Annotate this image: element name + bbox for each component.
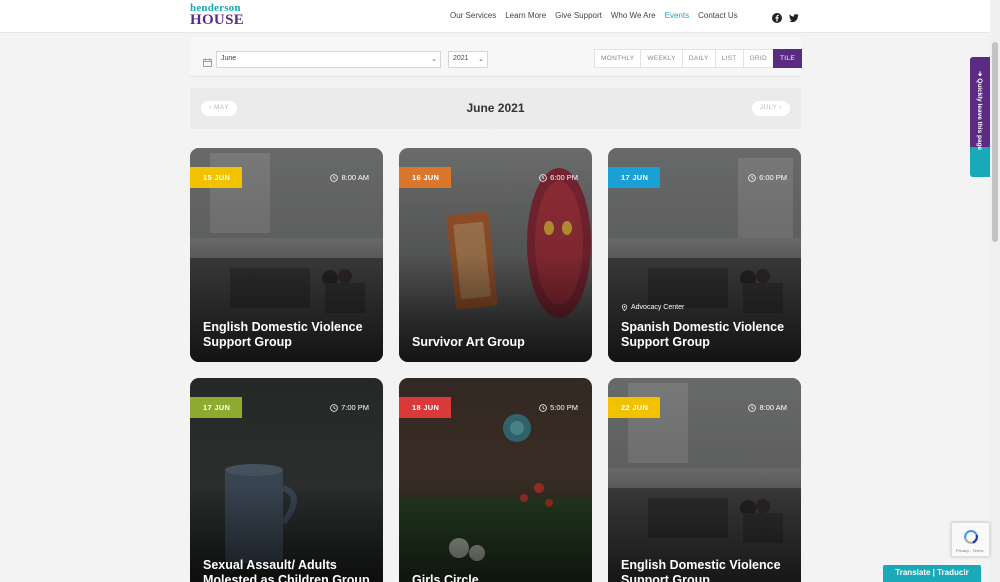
event-venue-label: Advocacy Center (631, 304, 685, 311)
event-time: 5:00 PM (539, 403, 578, 412)
quick-leave-label: ➜ Quickly leave this page (976, 71, 983, 151)
month-navigation: ‹ MAY June 2021 JULY › (190, 88, 801, 130)
clock-icon (748, 403, 757, 412)
event-time-value: 5:00 PM (550, 403, 578, 412)
chevron-down-icon: ⌄ (431, 56, 437, 63)
clock-icon (539, 173, 547, 182)
clock-icon (330, 173, 339, 182)
recaptcha-icon (962, 528, 980, 546)
event-filter-bar: June ⌄ 2021 ⌄ MONTHLY WEEKLY DAILY LIST … (190, 33, 802, 77)
event-time-value: 6:00 PM (550, 173, 578, 182)
event-title[interactable]: Spanish Domestic Violence Support Group (621, 320, 789, 350)
next-month-label: JULY (759, 104, 778, 111)
main-nav: Our Services Learn More Give Support Who… (450, 11, 747, 20)
nav-events[interactable]: Events (665, 11, 689, 20)
nav-give-support[interactable]: Give Support (555, 11, 602, 20)
event-time: 7:00 PM (330, 403, 369, 412)
month-title: June 2021 (466, 101, 525, 115)
event-title[interactable]: Sexual Assault/ Adults Molested as Child… (203, 558, 371, 582)
year-select-value: 2021 (453, 55, 469, 62)
event-tile[interactable]: 16 JUN 6:00 PM Survivor Art Group (399, 148, 592, 362)
view-daily-button[interactable]: DAILY (681, 49, 716, 68)
event-venue: Advocacy Center (621, 304, 684, 311)
event-time: 8:00 AM (748, 403, 787, 412)
quick-leave-button[interactable]: ➜ Quickly leave this page (970, 57, 990, 177)
event-date-badge: 18 JUN (399, 397, 451, 418)
event-title[interactable]: English Domestic Violence Support Group (621, 558, 789, 582)
next-month-button[interactable]: JULY › (751, 101, 790, 116)
event-date-badge: 17 JUN (608, 167, 660, 188)
chevron-down-icon: ⌄ (478, 56, 484, 63)
event-time-value: 8:00 AM (341, 173, 369, 182)
event-title[interactable]: English Domestic Violence Support Group (203, 320, 371, 350)
month-select[interactable]: June ⌄ (216, 51, 441, 68)
view-weekly-button[interactable]: WEEKLY (640, 49, 683, 68)
facebook-icon[interactable] (772, 10, 782, 23)
event-time-value: 8:00 AM (759, 403, 787, 412)
event-title[interactable]: Girls Circle (412, 573, 580, 582)
event-date-badge: 17 JUN (190, 397, 242, 418)
filter-panel: June ⌄ 2021 ⌄ MONTHLY WEEKLY DAILY LIST … (190, 37, 802, 75)
twitter-icon[interactable] (789, 10, 799, 23)
event-time: 6:00 PM (748, 173, 787, 182)
event-title[interactable]: Survivor Art Group (412, 335, 580, 350)
social-links (772, 10, 799, 23)
recaptcha-badge[interactable]: Privacy - Terms (951, 522, 990, 557)
view-switcher: MONTHLY WEEKLY DAILY LIST GRID TILE (594, 49, 802, 68)
view-monthly-button[interactable]: MONTHLY (594, 49, 642, 68)
view-grid-button[interactable]: GRID (742, 49, 775, 68)
year-select[interactable]: 2021 ⌄ (448, 51, 488, 68)
clock-icon (539, 403, 547, 412)
site-header: henderson HOUSE Our Services Learn More … (0, 0, 990, 33)
month-select-value: June (221, 55, 237, 62)
chevron-right-icon: › (779, 104, 782, 111)
event-time-value: 6:00 PM (759, 173, 787, 182)
nav-who-we-are[interactable]: Who We Are (611, 11, 656, 20)
event-time: 8:00 AM (330, 173, 369, 182)
view-tile-button[interactable]: TILE (773, 49, 802, 68)
site-logo[interactable]: henderson HOUSE (190, 3, 244, 28)
scrollbar[interactable] (990, 0, 1000, 582)
nav-learn-more[interactable]: Learn More (505, 11, 546, 20)
event-tile[interactable]: 17 JUN 6:00 PM Advocacy Center Spanish D… (608, 148, 801, 362)
calendar-icon (203, 54, 212, 67)
quick-leave-text: Quickly leave this page (976, 78, 983, 151)
clock-icon (748, 173, 756, 182)
scrollbar-thumb[interactable] (992, 42, 998, 242)
view-list-button[interactable]: LIST (714, 49, 744, 68)
location-pin-icon (621, 304, 628, 311)
clock-icon (330, 403, 338, 412)
event-date-badge: 15 JUN (190, 167, 242, 188)
event-time-value: 7:00 PM (341, 403, 369, 412)
event-tile[interactable]: 17 JUN 7:00 PM Sexual Assault/ Adults Mo… (190, 378, 383, 582)
event-date-badge: 16 JUN (399, 167, 451, 188)
nav-our-services[interactable]: Our Services (450, 11, 496, 20)
event-tile[interactable]: 15 JUN 8:00 AM English Domestic Violence… (190, 148, 383, 362)
logo-line2: HOUSE (190, 12, 245, 28)
event-tile[interactable]: 18 JUN 5:00 PM Girls Circle (399, 378, 592, 582)
recaptcha-links[interactable]: Privacy - Terms (956, 548, 983, 553)
event-date-badge: 22 JUN (608, 397, 660, 418)
translate-button[interactable]: Translate | Traducir (883, 565, 981, 582)
month-pointer (490, 125, 500, 130)
nav-contact-us[interactable]: Contact Us (698, 11, 738, 20)
event-time: 6:00 PM (539, 173, 578, 182)
event-tile[interactable]: 22 JUN 8:00 AM English Domestic Violence… (608, 378, 801, 582)
